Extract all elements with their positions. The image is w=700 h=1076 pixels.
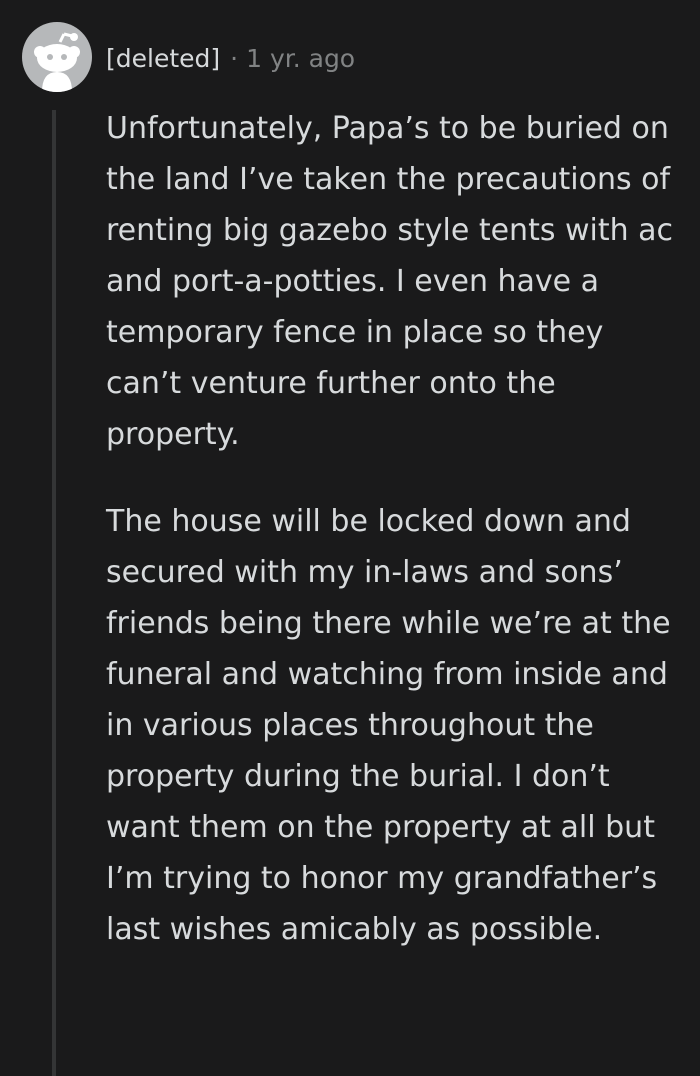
avatar[interactable]: [22, 22, 92, 92]
comment-meta: [deleted] · 1 yr. ago: [106, 42, 355, 76]
thread-collapse-line[interactable]: [52, 110, 56, 1076]
reddit-snoo-icon: [34, 32, 80, 92]
comment-paragraph: The house will be locked down and secure…: [106, 504, 671, 947]
comment-body: Unfortunately, Papa’s to be buried on th…: [106, 103, 686, 991]
timestamp[interactable]: 1 yr. ago: [246, 44, 355, 73]
meta-separator: ·: [230, 44, 239, 73]
comment-paragraph: Unfortunately, Papa’s to be buried on th…: [106, 111, 674, 452]
comment: [deleted] · 1 yr. ago Unfortunately, Papa’…: [0, 0, 700, 1076]
author-name[interactable]: [deleted]: [106, 44, 220, 73]
